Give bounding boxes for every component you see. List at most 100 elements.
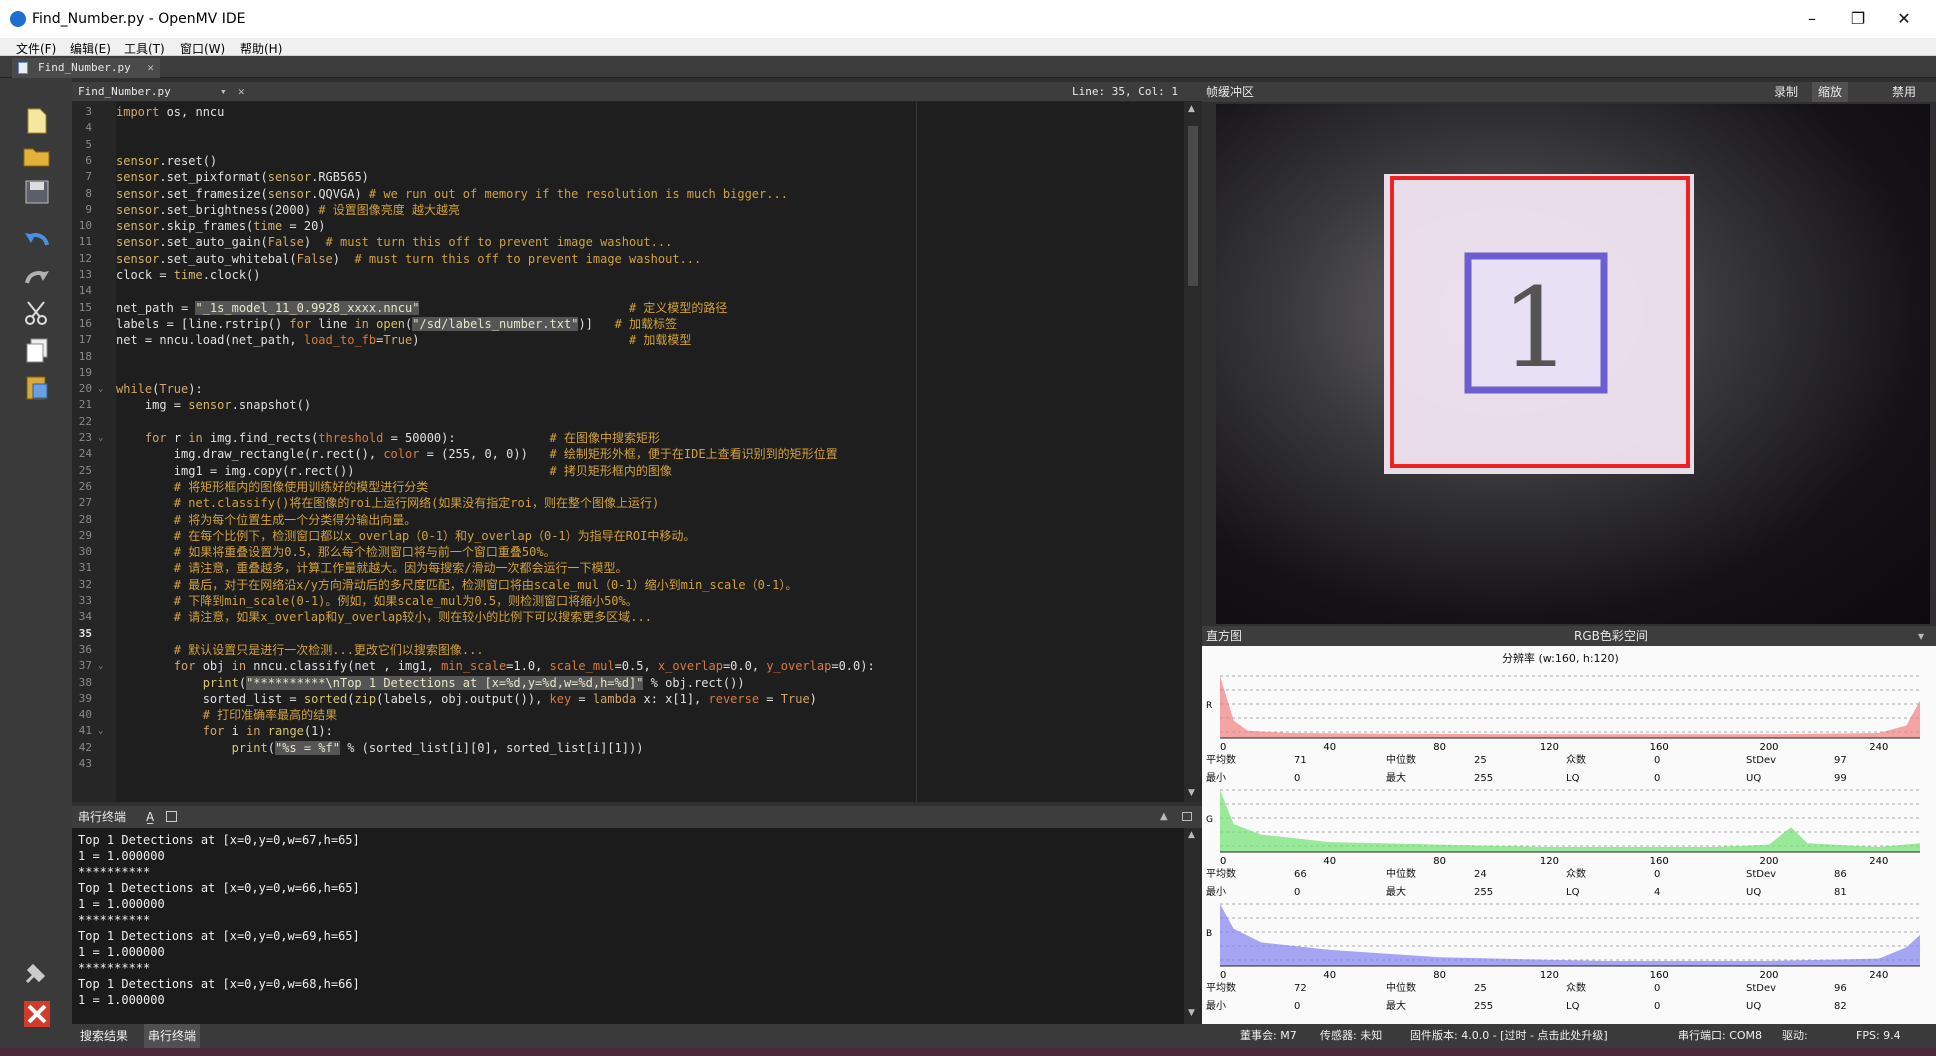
code-line[interactable]: 27 # net.classify()将在图像的roi上运行网络(如果没有指定r… — [72, 495, 1184, 511]
terminal-scrollbar[interactable]: ▲ ▼ — [1184, 828, 1202, 1024]
code-line[interactable]: 13 clock = time.clock() — [72, 267, 1184, 283]
status-board[interactable]: 董事会: M7 — [1240, 1024, 1297, 1048]
terminal-save-icon[interactable] — [166, 811, 177, 822]
code-line[interactable]: 7 sensor.set_pixformat(sensor.RGB565) — [72, 169, 1184, 185]
serial-terminal-output[interactable]: Top 1 Detections at [x=0,y=0,w=67,h=65] … — [72, 828, 1184, 1024]
menu-tools[interactable]: 工具(T) — [124, 40, 165, 57]
code-line[interactable]: 43 — [72, 756, 1184, 772]
file-tab-close-icon[interactable]: ✕ — [147, 58, 154, 78]
code-line[interactable]: 31 # 请注意，重叠越多，计算工作量就越大。因为每搜索/滑动一次都会运行一下模… — [72, 560, 1184, 576]
terminal-scroll-down-icon[interactable]: ▼ — [1188, 1008, 1195, 1018]
scroll-down-icon[interactable]: ▼ — [1188, 788, 1195, 798]
copy-button[interactable] — [20, 338, 54, 368]
editor-file-name[interactable]: Find_Number.py — [78, 82, 171, 102]
code-line[interactable]: 12 sensor.set_auto_whitebal(False) # must… — [72, 251, 1184, 267]
status-firmware[interactable]: 固件版本: 4.0.0 - [过时 - 点击此处升级] — [1410, 1024, 1608, 1048]
code-text: sensor.set_auto_whitebal(False) # must t… — [116, 251, 702, 266]
code-line[interactable]: 38 print("**********\nTop 1 Detections a… — [72, 675, 1184, 691]
code-line[interactable]: 22 — [72, 414, 1184, 430]
fold-toggle-icon[interactable]: ⌄ — [98, 658, 103, 674]
colorspace-chevron-down-icon[interactable]: ▾ — [1918, 626, 1924, 646]
stop-button[interactable] — [20, 1000, 54, 1030]
code-line[interactable]: 41 ⌄ for i in range(1): — [72, 723, 1184, 739]
terminal-scroll-up-icon[interactable]: ▲ — [1188, 830, 1195, 840]
code-line[interactable]: 33 # 下降到min_scale(0-1)。例如，如果scale_mul为0.… — [72, 593, 1184, 609]
code-line[interactable]: 40 # 打印准确率最高的结果 — [72, 707, 1184, 723]
restore-button[interactable]: ❐ — [1838, 6, 1878, 32]
code-line[interactable]: 29 # 在每个比例下，检测窗口都以x_overlap（0-1）和y_overl… — [72, 528, 1184, 544]
line-number: 9 — [85, 202, 92, 216]
code-line[interactable]: 21 img = sensor.snapshot() — [72, 397, 1184, 413]
redo-button[interactable] — [20, 264, 54, 294]
terminal-float-icon[interactable] — [1182, 812, 1192, 821]
disable-button[interactable]: 禁用 — [1892, 82, 1916, 102]
tab-search-results[interactable]: 搜索结果 — [80, 1024, 128, 1048]
menu-window[interactable]: 窗口(W) — [180, 40, 225, 57]
code-line[interactable]: 15 net_path = "_1s_model_11_0.9928_xxxx.n… — [72, 300, 1184, 316]
save-button[interactable] — [20, 180, 54, 210]
editor-close-icon[interactable]: ✕ — [238, 82, 245, 102]
x-tick-label: 240 — [1869, 742, 1888, 752]
fold-toggle-icon[interactable]: ⌄ — [98, 381, 103, 397]
code-line[interactable]: 28 # 将为每个位置生成一个分类得分输出向量。 — [72, 512, 1184, 528]
editor-scroll-thumb[interactable] — [1188, 126, 1198, 286]
stat-value: 255 — [1474, 773, 1494, 784]
code-line[interactable]: 34 # 请注意，如果x_overlap和y_overlap较小，则在较小的比例… — [72, 609, 1184, 625]
zoom-button[interactable]: 缩放 — [1812, 82, 1849, 102]
code-line[interactable]: 3 import os, nncu — [72, 104, 1184, 120]
new-file-button[interactable] — [20, 108, 54, 138]
terminal-title: 串行终端 — [78, 810, 127, 824]
code-line[interactable]: 8 sensor.set_framesize(sensor.QQVGA) # we… — [72, 186, 1184, 202]
window-title: Find_Number.py - OpenMV IDE — [32, 11, 246, 27]
fold-toggle-icon[interactable]: ⌄ — [98, 430, 103, 446]
code-line[interactable]: 6 sensor.reset() — [72, 153, 1184, 169]
terminal-font-icon[interactable]: A̲ — [146, 806, 154, 828]
editor-header: Find_Number.py ▾ ✕ Line: 35, Col: 1 — [72, 82, 1202, 102]
file-tab[interactable]: Find_Number.py ✕ — [12, 58, 160, 78]
menu-file[interactable]: 文件(F) — [16, 40, 56, 57]
code-line[interactable]: 17 net = nncu.load(net_path, load_to_fb=T… — [72, 332, 1184, 348]
code-line[interactable]: 11 sensor.set_auto_gain(False) # must tur… — [72, 234, 1184, 250]
code-line[interactable]: 23 ⌄ for r in img.find_rects(threshold = … — [72, 430, 1184, 446]
minimize-button[interactable]: – — [1792, 6, 1832, 32]
code-line[interactable]: 35 — [72, 626, 1184, 642]
code-line[interactable]: 26 # 将矩形框内的图像使用训练好的模型进行分类 — [72, 479, 1184, 495]
colorspace-select[interactable]: RGB色彩空间 — [1574, 626, 1648, 646]
code-line[interactable]: 18 — [72, 349, 1184, 365]
fold-toggle-icon[interactable]: ⌄ — [98, 723, 103, 739]
code-editor[interactable]: 3 import os, nncu 4 5 6 sensor.reset() 7 sensor… — [72, 102, 1184, 802]
code-line[interactable]: 30 # 如果将重叠设置为0.5，那么每个检测窗口将与前一个窗口重叠50%。 — [72, 544, 1184, 560]
tab-serial-terminal[interactable]: 串行终端 — [144, 1024, 201, 1048]
x-tick-label: 200 — [1759, 970, 1778, 980]
menu-help[interactable]: 帮助(H) — [240, 40, 282, 57]
code-line[interactable]: 42 print("%s = %f" % (sorted_list[i][0],… — [72, 740, 1184, 756]
code-line[interactable]: 10 sensor.skip_frames(time = 20) — [72, 218, 1184, 234]
connect-button[interactable] — [20, 960, 54, 990]
scroll-up-icon[interactable]: ▲ — [1188, 104, 1195, 114]
undo-button[interactable] — [20, 226, 54, 256]
status-serial-port[interactable]: 串行端口: COM8 — [1678, 1024, 1762, 1048]
code-line[interactable]: 32 # 最后，对于在网络沿x/y方向滑动后的多尺度匹配，检测窗口将由scale… — [72, 577, 1184, 593]
close-button[interactable]: ✕ — [1884, 6, 1924, 32]
open-file-button[interactable] — [20, 144, 54, 174]
code-line[interactable]: 36 # 默认设置只是进行一次检测...更改它们以搜索图像... — [72, 642, 1184, 658]
code-line[interactable]: 37 ⌄ for obj in nncu.classify(net , img1,… — [72, 658, 1184, 674]
x-tick-label: 40 — [1323, 970, 1336, 980]
code-line[interactable]: 16 labels = [line.rstrip() for line in op… — [72, 316, 1184, 332]
file-dropdown-icon[interactable]: ▾ — [220, 82, 227, 102]
cut-button[interactable] — [20, 300, 54, 330]
code-line[interactable]: 9 sensor.set_brightness(2000) # 设置图像亮度 越大… — [72, 202, 1184, 218]
record-button[interactable]: 录制 — [1774, 82, 1798, 102]
terminal-collapse-icon[interactable]: ▲ — [1160, 806, 1168, 828]
menu-edit[interactable]: 编辑(E) — [70, 40, 111, 57]
code-line[interactable]: 5 — [72, 137, 1184, 153]
code-line[interactable]: 14 — [72, 283, 1184, 299]
code-line[interactable]: 39 sorted_list = sorted(zip(labels, obj.… — [72, 691, 1184, 707]
code-line[interactable]: 4 — [72, 120, 1184, 136]
code-line[interactable]: 24 img.draw_rectangle(r.rect(), color = … — [72, 446, 1184, 462]
code-line[interactable]: 20 ⌄ while(True): — [72, 381, 1184, 397]
paste-button[interactable] — [20, 374, 54, 404]
code-line[interactable]: 25 img1 = img.copy(r.rect()) # 拷贝矩形框内的图像 — [72, 463, 1184, 479]
editor-scrollbar[interactable]: ▲ ▼ — [1184, 102, 1202, 802]
code-line[interactable]: 19 — [72, 365, 1184, 381]
